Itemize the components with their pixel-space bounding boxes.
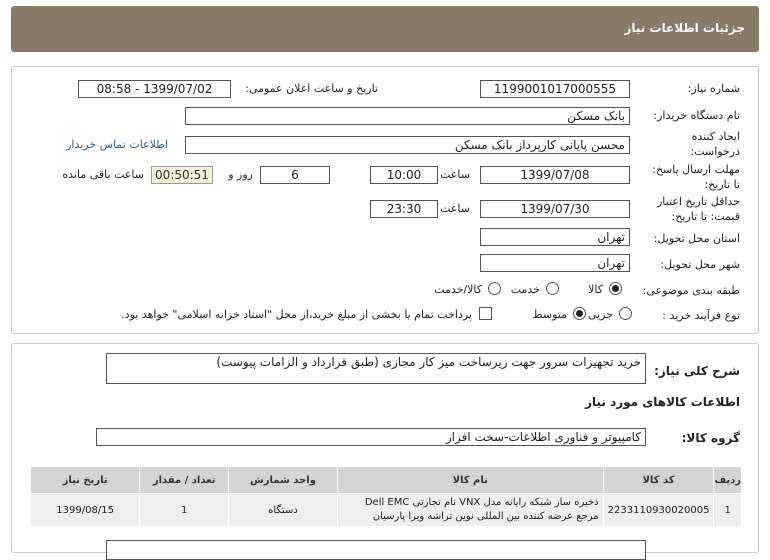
summary-field: خرید تجهیزات سرور جهت زیرساخت میز کار مج… — [106, 353, 646, 384]
process-medium-radio[interactable] — [573, 307, 586, 320]
table-row: 1 2233110930020005 ذخیره ساز شبکه رایانه… — [29, 493, 742, 527]
category-label: طبقه بندی موضوعی: — [642, 284, 740, 297]
category-service-label: خدمت — [510, 283, 540, 296]
need-details-panel: شرح کلی نیاز: خرید تجهیزات سرور جهت زیرس… — [11, 343, 759, 560]
validity-time-label: ساعت — [440, 202, 470, 215]
category-both-radio[interactable] — [488, 282, 501, 295]
process-minor-radio[interactable] — [619, 307, 632, 320]
col-qty: تعداد / مقدار — [139, 466, 230, 494]
category-both-label: کالا/خدمت — [434, 283, 482, 296]
page-header: جزئیات اطلاعات نیاز — [11, 6, 759, 52]
process-minor-label: جزیی — [587, 308, 613, 321]
cell-code: 2233110930020005 — [602, 493, 715, 527]
validity-time-field: 23:30 — [370, 200, 438, 218]
countdown-timer: 00:50:51 — [151, 166, 213, 184]
buyer-field: بانک مسکن — [185, 107, 630, 125]
deadline-label-1: مهلت ارسال پاسخ: — [652, 163, 740, 176]
province-label: استان محل تحویل: — [653, 232, 740, 245]
deadline-date-field: 1399/07/08 — [480, 166, 630, 184]
treasury-payment-note: پرداخت تمام یا بخشی از مبلغ خرید،از محل … — [121, 308, 472, 321]
validity-label-2: قیمت: تا تاریخ: — [671, 210, 740, 223]
col-date: تاریخ نیاز — [29, 466, 141, 494]
announce-field: 1399/07/02 - 08:58 — [78, 80, 231, 98]
goods-table: ردیف کد کالا نام کالا واحد شمارش تعداد /… — [29, 466, 742, 527]
goods-group-label: گروه کالا: — [681, 431, 740, 445]
days-label: روز و — [228, 168, 253, 181]
province-field: تهران — [480, 228, 630, 246]
cell-qty: 1 — [139, 493, 230, 527]
category-goods-label: کالا — [588, 283, 603, 296]
col-code: کد کالا — [602, 466, 715, 494]
col-name: نام کالا — [336, 466, 604, 494]
city-label: شهر محل تحویل: — [660, 258, 740, 271]
summary-label: شرح کلی نیاز: — [654, 364, 740, 378]
col-unit: واحد شمارش — [228, 466, 338, 494]
goods-group-field: کامپیوتر و فناوری اطلاعات-سخت افزار — [96, 428, 646, 446]
process-medium-label: متوسط — [532, 308, 567, 321]
cell-name: ذخیره ساز شبکه رایانه مدل VNX نام تجارتی… — [336, 493, 604, 527]
days-remaining-field: 6 — [260, 166, 330, 184]
validity-label-1: حداقل تاریخ اعتبار — [656, 195, 740, 208]
goods-section-header: اطلاعات کالاهای مورد نیاز — [585, 395, 740, 409]
cell-row: 1 — [713, 493, 742, 527]
next-summary-field — [106, 540, 646, 560]
col-row: ردیف — [713, 466, 742, 494]
deadline-label-2: تا تاریخ: — [704, 178, 740, 191]
need-info-panel: شماره نیاز: 1199001017000555 تاریخ و ساع… — [11, 66, 759, 334]
category-goods-radio[interactable] — [609, 282, 622, 295]
treasury-payment-checkbox[interactable] — [479, 307, 492, 320]
city-field: تهران — [480, 254, 630, 272]
creator-label-2: درخواست: — [690, 145, 740, 158]
announce-label: تاریخ و ساعت اعلان عمومی: — [245, 82, 378, 95]
creator-field: محسن پایانی کارپرداز بانک مسکن — [185, 136, 630, 154]
cell-date: 1399/08/15 — [29, 493, 141, 527]
deadline-time-field: 10:00 — [370, 166, 438, 184]
remaining-label: ساعت باقی مانده — [62, 168, 144, 181]
validity-date-field: 1399/07/30 — [480, 200, 630, 218]
need-number-field: 1199001017000555 — [480, 80, 630, 98]
deadline-time-label: ساعت — [440, 168, 470, 181]
buyer-contact-link[interactable]: اطلاعات تماس خریدار — [66, 138, 168, 151]
category-service-radio[interactable] — [546, 282, 559, 295]
need-number-label: شماره نیاز: — [687, 82, 740, 95]
process-label: نوع فرآیند خرید : — [662, 309, 740, 322]
buyer-label: نام دستگاه خریدار: — [653, 109, 740, 122]
page-title: جزئیات اطلاعات نیاز — [624, 21, 745, 35]
cell-unit: دستگاه — [228, 493, 338, 527]
creator-label-1: ایجاد کننده — [691, 130, 740, 143]
